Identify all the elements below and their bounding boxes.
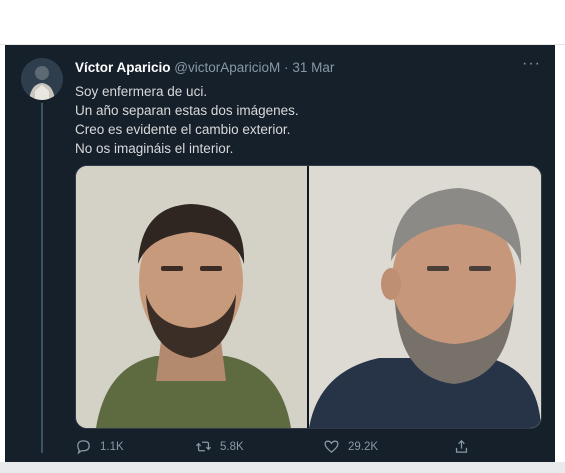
tweet-header: Víctor Aparicio @victorAparicioM · 31 Ma… xyxy=(75,60,535,80)
like-count: 29.2K xyxy=(348,440,379,453)
separator-dot: · xyxy=(284,60,289,75)
share-button[interactable] xyxy=(453,438,470,455)
share-icon xyxy=(455,439,468,453)
like-button[interactable]: 29.2K xyxy=(323,438,378,455)
tweet-line: Un año separan estas dos imágenes. xyxy=(75,103,299,118)
reply-button[interactable]: 1.1K xyxy=(75,438,124,455)
more-options-icon[interactable]: ··· xyxy=(522,55,541,73)
photo-after[interactable] xyxy=(309,166,541,428)
reply-count: 1.1K xyxy=(100,440,124,453)
tweet-media[interactable] xyxy=(75,165,542,429)
retweet-count: 5.8K xyxy=(220,440,244,453)
tweet-line: Soy enfermera de uci. xyxy=(75,84,208,99)
thread-line xyxy=(41,103,43,453)
retweet-button[interactable]: 5.8K xyxy=(195,438,244,455)
tweet-date[interactable]: 31 Mar xyxy=(292,60,334,75)
top-whitespace xyxy=(0,0,565,45)
author-handle[interactable]: @victorAparicioM xyxy=(174,60,280,75)
tweet-line: No os imagináis el interior. xyxy=(75,141,234,156)
author-name[interactable]: Víctor Aparicio xyxy=(75,60,171,75)
tweet-card[interactable]: Víctor Aparicio @victorAparicioM · 31 Ma… xyxy=(5,45,555,462)
heart-icon xyxy=(324,440,339,453)
avatar[interactable] xyxy=(21,58,63,100)
tweet-text: Soy enfermera de uci. Un año separan est… xyxy=(75,82,535,158)
photo-before[interactable] xyxy=(76,166,307,428)
tweet-actions: 1.1K 5.8K 29.2K xyxy=(75,438,525,458)
bottom-strip xyxy=(0,462,565,473)
tweet-line: Creo es evidente el cambio exterior. xyxy=(75,122,291,137)
retweet-icon xyxy=(195,441,212,452)
reply-icon xyxy=(77,440,90,455)
